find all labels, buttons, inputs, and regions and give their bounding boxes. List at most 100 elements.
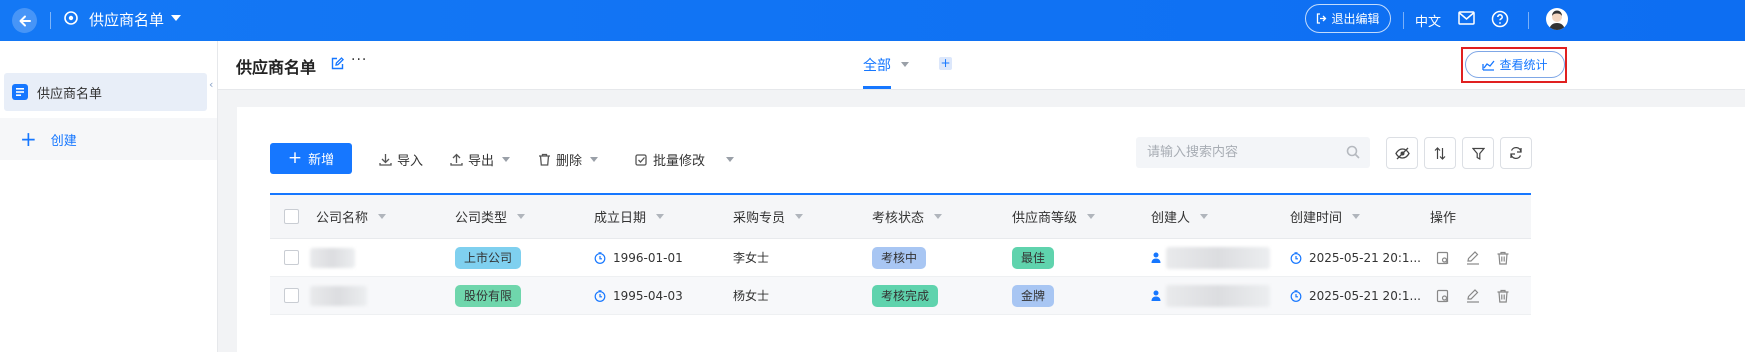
chevron-down-icon (1352, 214, 1361, 219)
top-bar: 供应商名单 退出编辑 中文 (0, 0, 1745, 41)
trash-icon[interactable] (1496, 289, 1510, 303)
sidebar-item-supplier-list[interactable]: 供应商名单 (4, 73, 207, 111)
chevron-down-icon[interactable] (171, 15, 181, 21)
highlight-box (1461, 47, 1567, 83)
column-header-level[interactable]: 供应商等级 (1012, 195, 1096, 238)
new-record-label: 新增 (308, 153, 335, 168)
clock-icon (1290, 289, 1302, 302)
column-header-type[interactable]: 公司类型 (455, 195, 526, 238)
edit-icon[interactable] (1466, 250, 1480, 265)
sort-icon (1434, 146, 1446, 160)
more-icon[interactable]: ··· (351, 52, 367, 68)
filter-button[interactable] (1462, 137, 1494, 169)
column-header-review-status[interactable]: 考核状态 (872, 195, 943, 238)
sidebar-create-button[interactable]: + 创建 (0, 118, 217, 160)
created-at: 2025-05-21 20:1... (1309, 250, 1421, 265)
language-switch[interactable]: 中文 (1415, 11, 1441, 30)
app-title[interactable]: 供应商名单 (89, 9, 164, 30)
company-name-redacted (310, 285, 367, 306)
avatar[interactable] (1546, 8, 1568, 30)
chevron-down-icon (378, 214, 387, 219)
row-checkbox[interactable] (284, 288, 299, 303)
download-icon (379, 154, 392, 166)
company-type-tag: 股份有限 (455, 284, 522, 307)
data-table: 公司名称 公司类型 成立日期 采购专员 考核状态 供应商等级 创建人 创建时间 … (270, 193, 1531, 315)
table-header: 公司名称 公司类型 成立日期 采购专员 考核状态 供应商等级 创建人 创建时间 … (270, 195, 1531, 239)
new-record-button[interactable]: + 新增 (270, 143, 352, 174)
tab-all[interactable]: 全部 (863, 55, 891, 75)
filter-icon (1471, 147, 1485, 160)
toggle-visibility-button[interactable] (1386, 137, 1418, 169)
eye-off-icon (1394, 147, 1410, 159)
clock-icon (1290, 251, 1302, 264)
view-details-icon[interactable] (1436, 251, 1450, 265)
chevron-down-icon (795, 214, 804, 219)
chevron-down-icon[interactable] (901, 62, 909, 67)
buyer-name: 李女士 (733, 251, 770, 265)
help-icon[interactable] (1491, 10, 1509, 28)
main-panel: + 新增 导入 导出 删除 批量修改 公司名称 (237, 107, 1745, 352)
column-header-founded[interactable]: 成立日期 (594, 195, 665, 238)
column-header-created-at[interactable]: 创建时间 (1290, 195, 1361, 238)
exit-edit-label: 退出编辑 (1331, 12, 1380, 26)
list-icon (12, 84, 28, 100)
search-input[interactable] (1136, 137, 1349, 168)
chevron-down-icon (1087, 214, 1096, 219)
exit-edit-button[interactable]: 退出编辑 (1305, 4, 1391, 33)
review-status-tag: 考核完成 (872, 284, 939, 307)
mail-icon[interactable] (1458, 11, 1475, 25)
company-name-redacted (310, 247, 355, 268)
refresh-button[interactable] (1500, 137, 1532, 169)
sort-button[interactable] (1424, 137, 1456, 169)
page-title: 供应商名单 (236, 58, 317, 77)
import-label: 导入 (397, 154, 424, 169)
buyer-name: 杨女士 (733, 289, 770, 303)
divider (50, 12, 51, 29)
back-button[interactable] (12, 8, 37, 33)
chevron-down-icon (502, 157, 511, 162)
export-button[interactable]: 导出 (450, 150, 511, 169)
batch-edit-button[interactable]: 批量修改 (635, 150, 735, 169)
arrow-left-icon (19, 15, 31, 26)
edit-icon[interactable] (331, 57, 344, 70)
column-header-buyer[interactable]: 采购专员 (733, 195, 804, 238)
trash-icon (539, 153, 550, 166)
created-at: 2025-05-21 20:1... (1309, 288, 1421, 303)
collapse-sidebar-icon[interactable]: ‹ (209, 78, 213, 91)
plus-icon: + (20, 127, 37, 151)
import-button[interactable]: 导入 (379, 150, 423, 169)
creator-redacted (1166, 284, 1270, 307)
export-label: 导出 (468, 154, 495, 169)
select-all-checkbox[interactable] (284, 209, 299, 224)
clock-icon (594, 251, 606, 264)
active-tab-indicator (863, 86, 891, 89)
chevron-down-icon (517, 214, 526, 219)
search-icon[interactable] (1346, 145, 1360, 159)
delete-label: 删除 (556, 154, 583, 169)
batch-edit-label: 批量修改 (653, 154, 706, 169)
review-status-tag: 考核中 (872, 246, 927, 269)
app-icon (64, 11, 78, 25)
page-header: 供应商名单 ··· 全部 + 查看统计 (218, 41, 1745, 90)
sidebar-item-label: 供应商名单 (37, 86, 103, 102)
row-checkbox[interactable] (284, 250, 299, 265)
table-row[interactable]: 上市公司 1996-01-01 李女士 考核中 最佳 2025-05-21 20… (270, 239, 1531, 277)
view-details-icon[interactable] (1436, 289, 1450, 303)
level-tag: 最佳 (1012, 246, 1055, 269)
divider (1528, 12, 1529, 29)
delete-button[interactable]: 删除 (538, 150, 599, 169)
sidebar: 供应商名单 ‹ + 创建 (0, 41, 218, 352)
table-row[interactable]: 股份有限 1995-04-03 杨女士 考核完成 金牌 2025-05-21 2… (270, 277, 1531, 315)
search-box (1136, 137, 1370, 168)
refresh-icon (1510, 146, 1522, 160)
upload-icon (450, 153, 463, 166)
clock-icon (594, 289, 606, 302)
column-header-creator[interactable]: 创建人 (1151, 195, 1209, 238)
column-header-company[interactable]: 公司名称 (316, 195, 387, 238)
add-tab-button[interactable]: + (939, 57, 952, 70)
trash-icon[interactable] (1496, 251, 1510, 265)
edit-icon[interactable] (1466, 288, 1480, 303)
founded-date: 1995-04-03 (613, 288, 683, 303)
checkbox-edit-icon (635, 154, 647, 166)
plus-icon: + (287, 148, 303, 168)
